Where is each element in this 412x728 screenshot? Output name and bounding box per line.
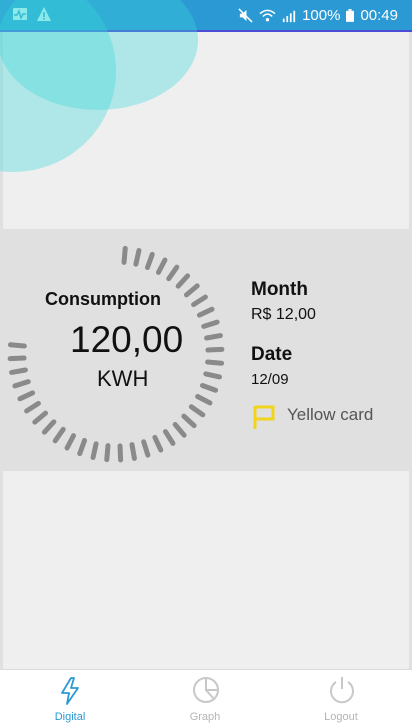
gauge-tick xyxy=(199,382,219,393)
gauge-tick xyxy=(64,433,77,451)
gauge-tick xyxy=(52,426,66,444)
nav-label-digital: Digital xyxy=(54,711,86,723)
gauge-tick xyxy=(32,410,49,425)
gauge-tick xyxy=(129,442,137,461)
gauge-tick xyxy=(155,257,168,275)
gauge-tick xyxy=(183,283,200,298)
gauge-tick xyxy=(141,439,151,458)
nav-item-digital[interactable]: Digital xyxy=(25,674,115,726)
nav-label-graph: Graph xyxy=(189,711,221,723)
consumption-unit: KWH xyxy=(97,366,149,391)
gauge-tick xyxy=(204,333,223,341)
gauge-tick xyxy=(196,306,215,318)
gauge-tick xyxy=(195,393,213,406)
gauge-tick xyxy=(201,319,220,329)
gauge-tick xyxy=(162,429,176,446)
gauge-tick xyxy=(205,346,225,353)
gauge-tick xyxy=(17,390,36,402)
month-value: R$ 12,00 xyxy=(251,306,316,323)
gauge-tick xyxy=(133,248,142,267)
gauge-tick xyxy=(9,367,28,375)
gauge-tick xyxy=(172,421,187,438)
gauge-tick xyxy=(203,371,222,380)
flag-icon xyxy=(252,404,276,435)
gauge-tick xyxy=(7,355,27,362)
date-label: Date xyxy=(251,344,293,365)
gauge-tick xyxy=(77,437,88,457)
gauge-tick xyxy=(12,379,31,389)
gauge-tick xyxy=(175,273,191,289)
battery-icon xyxy=(346,9,355,22)
gauge-tick xyxy=(41,419,57,435)
wifi-icon xyxy=(259,9,276,22)
nav-item-graph[interactable]: Graph xyxy=(160,674,250,726)
gauge-tick xyxy=(144,251,155,271)
gauge-tick xyxy=(181,413,197,429)
clock: 00:49 xyxy=(360,7,398,24)
gauge-tick xyxy=(24,400,41,414)
gauge-tick xyxy=(188,404,206,418)
mute-icon xyxy=(238,8,253,23)
flag-status-text: Yellow card xyxy=(287,405,374,424)
nav-item-logout[interactable]: Logout xyxy=(296,674,386,726)
signal-icon xyxy=(282,10,296,22)
pie-chart-icon xyxy=(193,677,219,703)
date-value: 12/09 xyxy=(251,371,289,388)
consumption-value: 120,00 xyxy=(70,319,184,360)
gauge-tick xyxy=(166,264,180,282)
bottom-nav: Digital Graph Logout xyxy=(0,669,412,728)
gauge-tick xyxy=(7,342,27,349)
lightning-icon xyxy=(61,677,79,705)
gauge-tick xyxy=(104,443,111,463)
gauge-tick xyxy=(117,443,124,463)
gauge-tick xyxy=(152,434,164,453)
battery-percent: 100% xyxy=(302,7,341,24)
gauge-tick xyxy=(90,441,99,460)
decor-bubble-small xyxy=(0,0,116,172)
gauge-tick xyxy=(205,359,225,366)
month-label: Month xyxy=(251,279,308,300)
gauge-tick xyxy=(121,245,128,265)
power-icon xyxy=(330,677,354,704)
nav-label-logout: Logout xyxy=(324,711,358,723)
consumption-label: Consumption xyxy=(45,289,161,309)
gauge-tick xyxy=(191,294,208,308)
